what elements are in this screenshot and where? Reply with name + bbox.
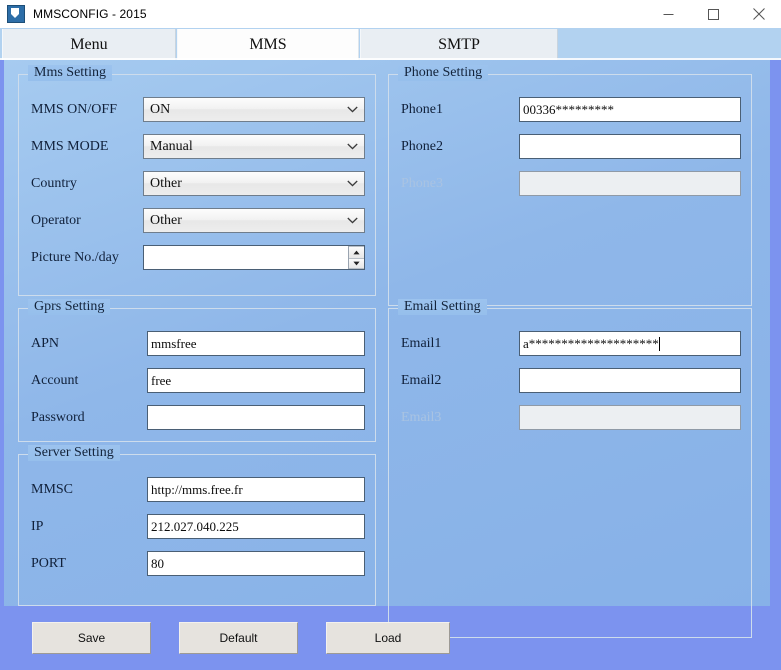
label-password: Password	[31, 409, 85, 425]
mmsconfig-window: MMSCONFIG - 2015 Menu MMS SMTP Mms Setti…	[0, 0, 781, 670]
group-email-setting: Email Setting Email1 a******************…	[388, 299, 752, 638]
label-email3: Email3	[401, 409, 442, 425]
chevron-down-icon	[347, 217, 358, 224]
save-button[interactable]: Save	[32, 622, 151, 654]
combo-mms-mode[interactable]: Manual	[143, 134, 365, 159]
label-email2: Email2	[401, 372, 442, 388]
input-port[interactable]: 80	[147, 551, 365, 576]
group-gprs-setting: Gprs Setting APN mmsfree Account free Pa…	[18, 299, 376, 442]
label-apn: APN	[31, 335, 60, 351]
group-legend-gprs: Gprs Setting	[28, 299, 111, 315]
input-phone3	[519, 171, 741, 196]
input-apn-value: mmsfree	[151, 335, 197, 351]
input-port-value: 80	[151, 555, 164, 571]
button-bar: Save Default Load	[0, 606, 781, 670]
label-picture-no-per-day: Picture No./day	[31, 249, 119, 265]
tab-smtp[interactable]: SMTP	[360, 29, 558, 60]
combo-country-value: Other	[150, 175, 182, 191]
tab-strip: Menu MMS SMTP	[0, 28, 781, 60]
window-title: MMSCONFIG - 2015	[33, 7, 147, 21]
title-bar: MMSCONFIG - 2015	[0, 0, 781, 28]
group-mms-setting: Mms Setting MMS ON/OFF ON MMS MODE Manua…	[18, 65, 376, 296]
maximize-icon[interactable]	[691, 0, 736, 28]
combo-operator-value: Other	[150, 212, 182, 228]
chevron-down-icon	[347, 143, 358, 150]
spinner-picture-no-per-day[interactable]	[143, 245, 365, 270]
group-phone-setting: Phone Setting Phone1 00336********* Phon…	[388, 65, 752, 306]
input-phone1-value: 00336*********	[523, 101, 614, 117]
group-legend-mms: Mms Setting	[28, 65, 112, 81]
load-button[interactable]: Load	[326, 622, 450, 654]
spinner-down-icon[interactable]	[349, 257, 364, 269]
combo-operator[interactable]: Other	[143, 208, 365, 233]
spinner-buttons	[348, 246, 364, 269]
label-country: Country	[31, 175, 77, 191]
label-email1: Email1	[401, 335, 442, 351]
label-phone1: Phone1	[401, 101, 443, 117]
label-phone3: Phone3	[401, 175, 443, 191]
combo-mms-mode-value: Manual	[150, 138, 193, 154]
input-phone2[interactable]	[519, 134, 741, 159]
window-controls	[646, 0, 781, 28]
group-legend-server: Server Setting	[28, 445, 120, 461]
minimize-icon[interactable]	[646, 0, 691, 28]
input-password[interactable]	[147, 405, 365, 430]
input-ip-value: 212.027.040.225	[151, 518, 239, 534]
combo-mms-onoff[interactable]: ON	[143, 97, 365, 122]
tab-menu[interactable]: Menu	[2, 29, 176, 60]
group-legend-email: Email Setting	[398, 299, 487, 315]
tab-mms[interactable]: MMS	[177, 29, 359, 60]
label-account: Account	[31, 372, 79, 388]
input-mmsc-value: http://mms.free.fr	[151, 481, 243, 497]
chevron-down-icon	[347, 180, 358, 187]
group-server-setting: Server Setting MMSC http://mms.free.fr I…	[18, 445, 376, 606]
label-phone2: Phone2	[401, 138, 443, 154]
label-operator: Operator	[31, 212, 81, 228]
input-email1-value: a********************	[523, 335, 659, 351]
label-port: PORT	[31, 555, 66, 571]
label-ip: IP	[31, 518, 44, 534]
input-email1[interactable]: a********************	[519, 331, 741, 356]
default-button[interactable]: Default	[179, 622, 298, 654]
input-mmsc[interactable]: http://mms.free.fr	[147, 477, 365, 502]
input-account[interactable]: free	[147, 368, 365, 393]
label-mms-onoff: MMS ON/OFF	[31, 101, 117, 117]
combo-mms-onoff-value: ON	[150, 101, 171, 117]
group-legend-phone: Phone Setting	[398, 65, 489, 81]
combo-country[interactable]: Other	[143, 171, 365, 196]
input-email2[interactable]	[519, 368, 741, 393]
app-icon	[7, 5, 25, 23]
input-phone1[interactable]: 00336*********	[519, 97, 741, 122]
mms-settings-panel: Mms Setting MMS ON/OFF ON MMS MODE Manua…	[4, 60, 770, 638]
label-mms-mode: MMS MODE	[31, 138, 109, 154]
input-account-value: free	[151, 372, 172, 388]
label-mmsc: MMSC	[31, 481, 74, 497]
chevron-down-icon	[347, 106, 358, 113]
input-email3	[519, 405, 741, 430]
input-apn[interactable]: mmsfree	[147, 331, 365, 356]
input-ip[interactable]: 212.027.040.225	[147, 514, 365, 539]
spinner-value[interactable]	[144, 246, 348, 269]
spinner-up-icon[interactable]	[349, 246, 364, 258]
text-caret	[658, 336, 660, 351]
close-icon[interactable]	[736, 0, 781, 28]
